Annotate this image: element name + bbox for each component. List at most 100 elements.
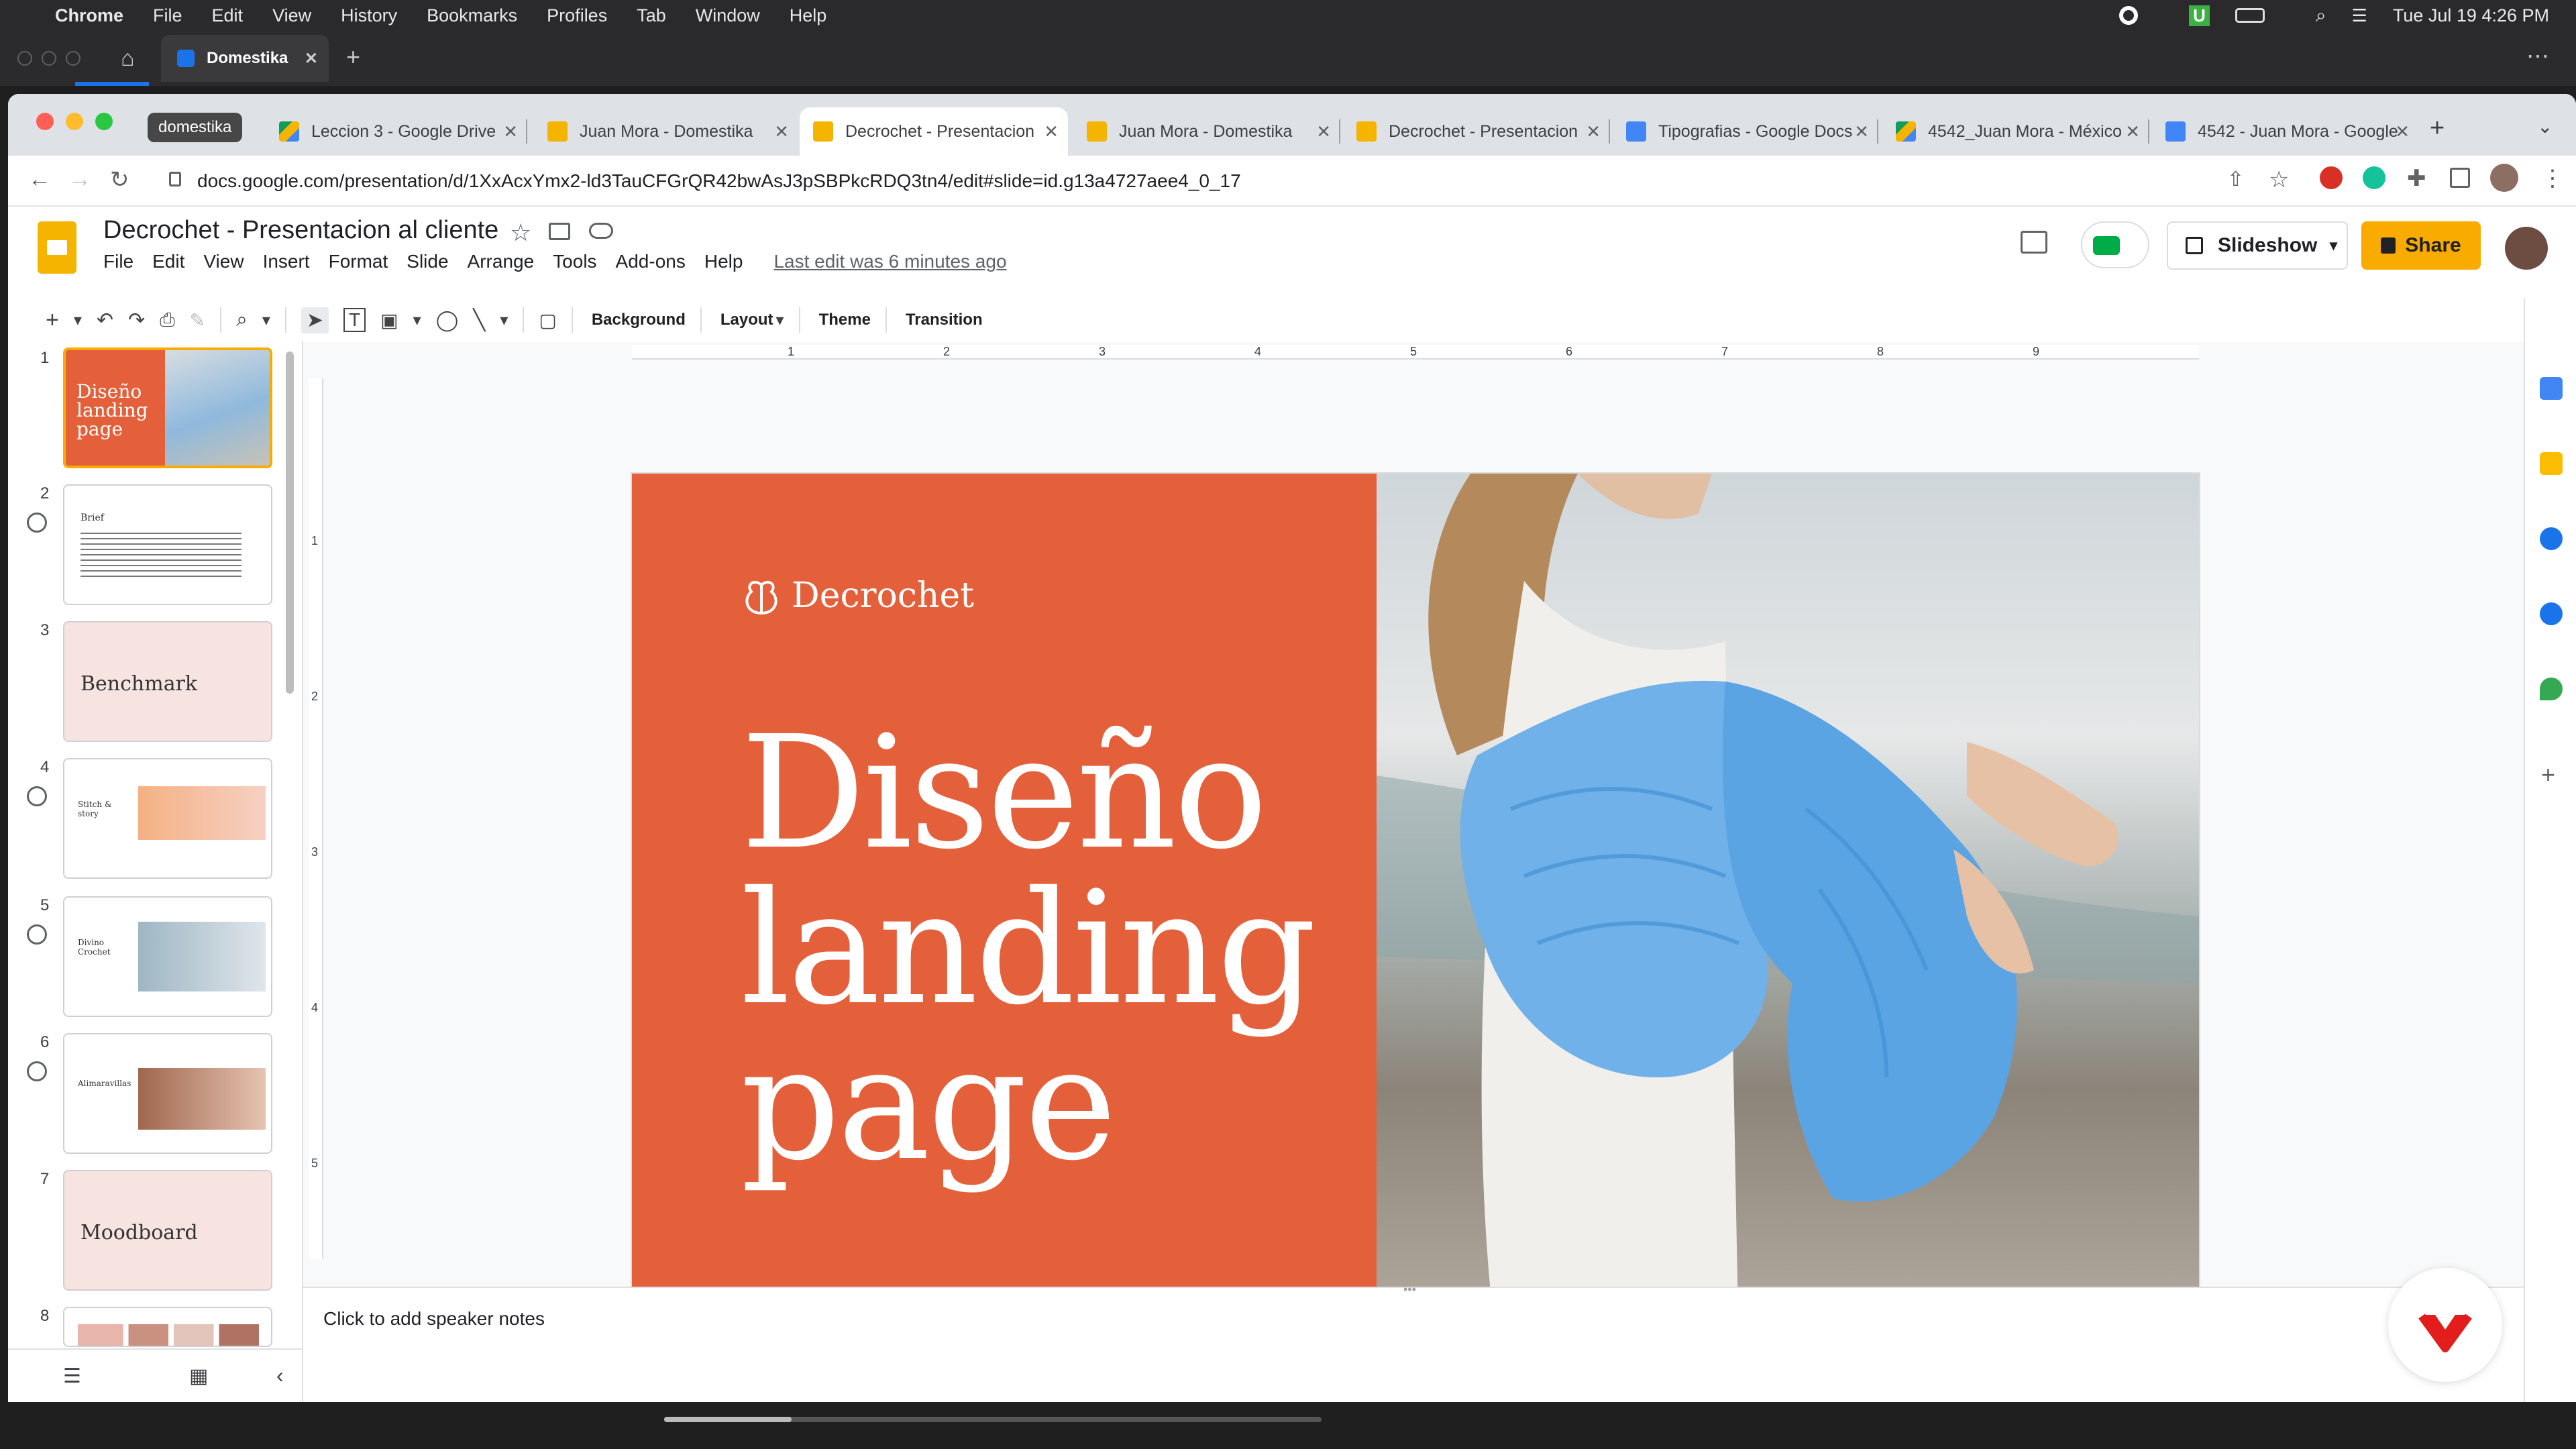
domestika-logo[interactable]: [2388, 1268, 2502, 1382]
menu-format[interactable]: Format: [329, 251, 388, 272]
home-icon[interactable]: ⌂: [121, 46, 135, 72]
undo-icon[interactable]: ↶: [97, 309, 113, 332]
menubar-item-profiles[interactable]: Profiles: [547, 5, 607, 26]
line-icon[interactable]: ╲: [473, 309, 485, 332]
slide-thumbnail-7[interactable]: Moodboard: [63, 1170, 272, 1291]
browser-tab[interactable]: 4542 - Juan Mora - Google ✕: [2152, 107, 2419, 156]
control-center-icon[interactable]: ☰: [2352, 5, 2367, 26]
menu-arrange[interactable]: Arrange: [468, 251, 535, 272]
slide-thumbnail-1[interactable]: Diseño landing page: [63, 347, 272, 468]
record-icon[interactable]: [2119, 6, 2139, 25]
chevron-down-icon[interactable]: ▾: [776, 311, 784, 330]
traffic-close[interactable]: [36, 113, 54, 130]
share-button[interactable]: Share: [2361, 221, 2481, 270]
background-button[interactable]: Background: [592, 311, 686, 329]
more-icon[interactable]: ⋯: [2526, 43, 2549, 70]
menubar-app-name[interactable]: Chrome: [55, 5, 123, 26]
speaker-notes[interactable]: ••• Click to add speaker notes: [303, 1268, 2524, 1402]
chevron-down-icon[interactable]: ▾: [500, 311, 508, 330]
close-icon[interactable]: ✕: [1854, 121, 1869, 142]
upwork-icon[interactable]: U: [2189, 5, 2210, 26]
profile-avatar[interactable]: [2490, 164, 2518, 192]
menu-help[interactable]: Help: [704, 251, 743, 272]
share-page-icon[interactable]: ⇧: [2227, 168, 2244, 191]
account-avatar[interactable]: [2505, 227, 2548, 270]
theme-button[interactable]: Theme: [819, 311, 871, 329]
print-icon[interactable]: ⎙: [160, 309, 174, 331]
transition-button[interactable]: Transition: [906, 311, 983, 329]
menu-file[interactable]: File: [103, 251, 133, 272]
calendar-icon[interactable]: [2540, 377, 2563, 400]
menubar-item-view[interactable]: View: [272, 5, 311, 26]
tasks-icon[interactable]: [2540, 527, 2563, 550]
slide-thumbnail-8[interactable]: [63, 1307, 272, 1347]
bookmark-star-icon[interactable]: ☆: [2269, 166, 2289, 193]
notes-resize-handle[interactable]: •••: [1403, 1283, 1416, 1297]
search-icon[interactable]: ⌕: [2316, 5, 2326, 27]
document-title[interactable]: Decrochet - Presentacion al cliente: [103, 216, 498, 245]
menubar-item-window[interactable]: Window: [696, 5, 760, 26]
collapse-panel-icon[interactable]: ‹: [276, 1363, 284, 1388]
forward-icon[interactable]: →: [68, 166, 91, 193]
url-field[interactable]: docs.google.com/presentation/d/1XxAcxYmx…: [154, 164, 2220, 199]
browser-tab[interactable]: Decrochet - Presentacion ✕: [1343, 107, 1610, 156]
video-progress-bar[interactable]: [0, 1402, 2576, 1449]
cloud-status-icon[interactable]: [589, 223, 613, 239]
new-slide-icon[interactable]: +: [46, 307, 59, 333]
extension-icon[interactable]: [2320, 166, 2343, 189]
decrochet-logo[interactable]: Decrochet: [739, 576, 974, 616]
tab-search-icon[interactable]: ⌄: [2537, 115, 2553, 138]
slide-thumbnail-4[interactable]: Stitch & story: [63, 758, 272, 879]
shape-icon[interactable]: ◯: [436, 309, 459, 332]
chrome-menu-icon[interactable]: ⋮: [2541, 165, 2564, 192]
chevron-down-icon[interactable]: ▾: [262, 311, 270, 330]
browser-tab-active[interactable]: Decrochet - Presentacion ✕: [800, 107, 1068, 156]
close-icon[interactable]: ✕: [305, 49, 318, 68]
paint-format-icon[interactable]: ✎: [190, 309, 205, 331]
redo-icon[interactable]: ↷: [128, 309, 145, 332]
close-icon[interactable]: ✕: [774, 121, 789, 142]
menubar-item-bookmarks[interactable]: Bookmarks: [427, 5, 517, 26]
zoom-icon[interactable]: ⌕: [236, 309, 248, 331]
tab-group-label[interactable]: domestika: [148, 113, 243, 142]
menubar-datetime[interactable]: Tue Jul 19 4:26 PM: [2393, 5, 2549, 26]
browser-tab[interactable]: Juan Mora - Domestika ✕: [1073, 107, 1340, 156]
window-zoom-dot[interactable]: [66, 51, 80, 66]
image-icon[interactable]: ▣: [380, 309, 398, 331]
traffic-zoom[interactable]: [95, 113, 113, 130]
close-icon[interactable]: ✕: [1586, 121, 1601, 142]
slide-thumbnail-3[interactable]: Benchmark: [63, 621, 272, 742]
filmstrip-scrollbar[interactable]: [286, 352, 294, 694]
reload-icon[interactable]: ↻: [110, 166, 129, 193]
sidepanel-icon[interactable]: [2450, 168, 2470, 188]
comments-icon[interactable]: [2021, 231, 2047, 254]
new-tab-icon[interactable]: +: [346, 43, 360, 71]
recorder-tab-domestika[interactable]: Domestika ✕: [161, 35, 329, 82]
close-icon[interactable]: ✕: [503, 121, 518, 142]
contacts-icon[interactable]: [2540, 602, 2563, 625]
puzzle-icon[interactable]: ✚: [2407, 165, 2426, 192]
slide-thumbnail-5[interactable]: Divino Crochet: [63, 896, 272, 1017]
select-cursor-icon[interactable]: ➤: [301, 307, 329, 333]
menu-edit[interactable]: Edit: [152, 251, 184, 272]
add-app-icon[interactable]: +: [2541, 761, 2555, 789]
move-folder-icon[interactable]: [549, 223, 570, 240]
browser-tab[interactable]: Juan Mora - Domestika ✕: [534, 107, 798, 156]
menu-tools[interactable]: Tools: [553, 251, 596, 272]
window-close-dot[interactable]: [17, 51, 32, 66]
list-view-icon[interactable]: ☰: [63, 1364, 81, 1388]
slide-headline[interactable]: Diseño landing page: [741, 715, 1317, 1182]
slideshow-button[interactable]: Slideshow ▾: [2167, 221, 2348, 270]
chevron-down-icon[interactable]: ▾: [2330, 237, 2337, 254]
browser-tab[interactable]: Leccion 3 - Google Drive ✕: [266, 107, 527, 156]
menubar-item-help[interactable]: Help: [790, 5, 827, 26]
menubar-item-file[interactable]: File: [153, 5, 182, 26]
menubar-item-tab[interactable]: Tab: [637, 5, 666, 26]
browser-tab[interactable]: 4542_Juan Mora - México ✕: [1882, 107, 2149, 156]
layout-button[interactable]: Layout: [720, 311, 773, 329]
lock-icon[interactable]: [169, 172, 181, 186]
close-icon[interactable]: ✕: [1044, 121, 1059, 142]
add-comment-icon[interactable]: ▢: [539, 309, 556, 331]
keep-icon[interactable]: [2540, 452, 2563, 475]
new-tab-icon[interactable]: +: [2430, 114, 2445, 143]
